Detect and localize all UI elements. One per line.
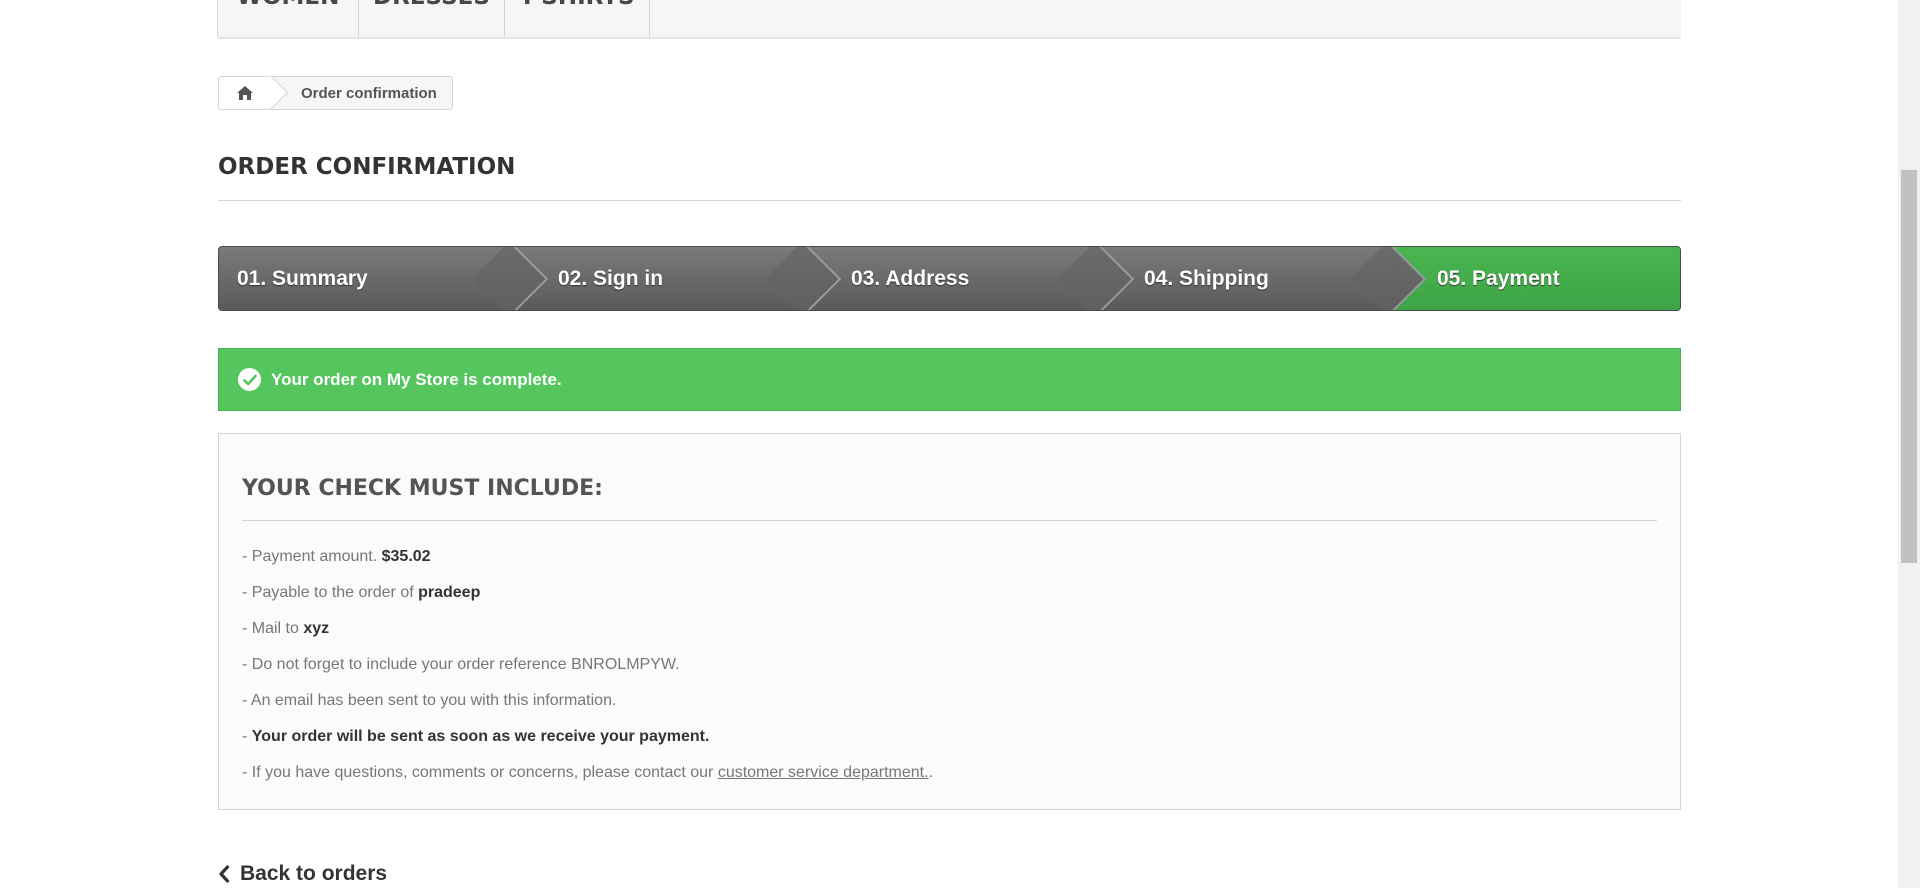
shipping-notice: Your order will be sent as soon as we re… [251,728,710,745]
menu-item-tshirts[interactable]: T-SHIRTS [504,0,650,37]
success-alert: Your order on My Store is complete. [218,348,1681,411]
alert-message: Your order on My Store is complete. [271,369,562,389]
breadcrumb-current: Order confirmation [301,84,437,102]
step-address: 03. Address [806,247,1135,310]
back-label: Back to orders [240,862,388,885]
check-instructions-box: YOUR CHECK MUST INCLUDE: - Payment amoun… [218,433,1681,810]
chevron-left-icon [218,865,230,883]
step-label: 01. Summary [237,266,368,290]
email-sent-line: - An email has been sent to you with thi… [242,692,617,709]
breadcrumb-home-link[interactable] [219,77,271,109]
line-text: - If you have questions, comments or con… [242,764,714,781]
mail-to-line: - Mail to xyz [242,611,1657,647]
menu-item-label: T-SHIRTS [505,0,649,10]
line-text: - Mail to [242,620,299,637]
breadcrumb: Order confirmation [218,76,453,110]
shipping-notice-line: - Your order will be sent as soon as we … [242,719,1657,755]
instructions-list: - Payment amount. $35.02 - Payable to th… [242,539,1657,791]
step-summary: 01. Summary [219,247,549,310]
step-payment: 05. Payment [1391,247,1680,310]
menu-item-label: WOMEN [218,0,358,10]
order-reference-line: - Do not forget to include your order re… [242,656,680,673]
step-label: 05. Payment [1437,266,1560,290]
page: WOMEN DRESSES T-SHIRTS Order confirmatio… [0,0,1920,888]
contact-line: - If you have questions, comments or con… [242,755,1657,791]
step-sign-in: 02. Sign in [513,247,842,310]
scrollbar-thumb[interactable] [1901,170,1917,563]
top-menu: WOMEN DRESSES T-SHIRTS [217,0,1681,39]
step-label: 02. Sign in [558,266,664,290]
check-circle-icon [238,368,261,391]
checkout-steps: 01. Summary 02. Sign in 03. Address 04. … [218,246,1681,311]
home-icon [236,85,254,101]
payment-amount-line: - Payment amount. $35.02 [242,539,1657,575]
step-label: 03. Address [851,266,970,290]
step-shipping: 04. Shipping [1099,247,1427,310]
payment-amount: $35.02 [381,548,431,565]
back-to-orders-link[interactable]: Back to orders [218,859,387,888]
line-suffix: . [928,764,934,781]
line-dash: - [242,728,248,745]
customer-service-link[interactable]: customer service department. [718,764,929,781]
payable-name: pradeep [418,584,481,601]
line-text: - Payment amount. [242,548,378,565]
payable-to-line: - Payable to the order of pradeep [242,575,1657,611]
mail-address: xyz [303,620,330,637]
page-title: ORDER CONFIRMATION [218,154,1681,201]
menu-item-women[interactable]: WOMEN [217,0,358,37]
vertical-scrollbar[interactable] [1898,0,1920,888]
step-label: 04. Shipping [1144,266,1269,290]
menu-item-label: DRESSES [359,0,504,10]
box-title: YOUR CHECK MUST INCLUDE: [242,476,1657,521]
line-text: - Payable to the order of [242,584,414,601]
menu-item-dresses[interactable]: DRESSES [358,0,504,37]
